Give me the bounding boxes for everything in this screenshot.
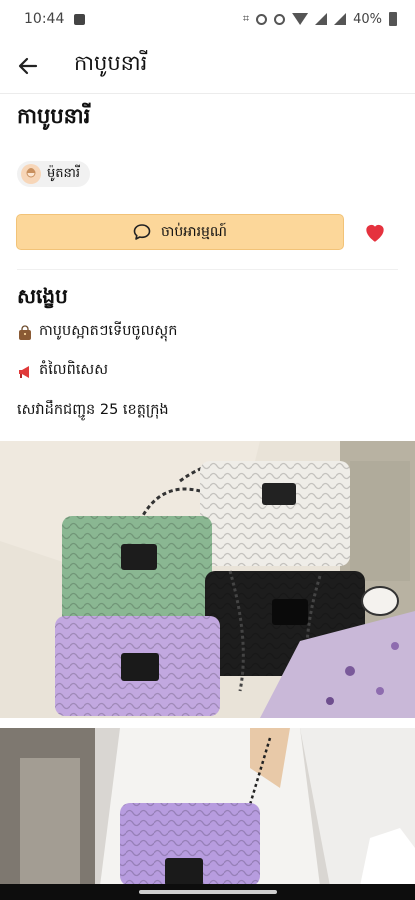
- home-gesture-handle[interactable]: [138, 890, 277, 894]
- summary-line-text: តំលៃពិសេស: [39, 362, 109, 378]
- model-photo: [0, 728, 415, 886]
- nfc-icon: ⌗: [242, 12, 250, 25]
- favorite-button[interactable]: [362, 219, 388, 245]
- signal-icon-2: [334, 13, 347, 25]
- handbags-photo: [0, 441, 415, 718]
- status-bar: 10:44 ⌗ 40%: [0, 0, 415, 38]
- arrow-left-icon: [18, 57, 38, 74]
- category-label: ម៉ូតនារី: [47, 165, 81, 181]
- product-photo-2[interactable]: [0, 728, 415, 886]
- summary-line: កាបូបស្អាតៗទើបចូលស្តុក: [17, 322, 177, 343]
- back-button[interactable]: [0, 38, 56, 94]
- photo-gap: [0, 718, 415, 728]
- sync-icon: [274, 13, 286, 25]
- megaphone-icon: [19, 365, 29, 378]
- battery-percent: 40%: [353, 11, 382, 27]
- category-avatar-icon: [21, 164, 41, 184]
- product-photo-1[interactable]: [0, 441, 415, 718]
- summary-line: តំលៃពិសេស: [17, 361, 108, 382]
- handbag-icon: [19, 324, 31, 340]
- chat-bubble-icon: [133, 224, 151, 240]
- summary-line-text: កាបូបស្អាតៗទើបចូលស្តុក: [39, 323, 178, 339]
- signal-icon: [315, 13, 328, 25]
- alarm-icon: [256, 13, 268, 25]
- comment-button-label: ចាប់អារម្មណ៍: [161, 223, 227, 240]
- summary-line-text: សេវាដឹកជញ្ជូន 25 ខេត្តក្រុង: [17, 402, 169, 418]
- comment-button[interactable]: ចាប់អារម្មណ៍: [16, 214, 344, 250]
- status-time: 10:44: [24, 11, 65, 27]
- system-nav-bar: [0, 884, 415, 900]
- app-bar: កាបូបនារី: [0, 38, 415, 94]
- product-title: កាបូបនារី: [17, 104, 91, 128]
- gallery-notification-icon: [74, 13, 86, 25]
- summary-line: សេវាដឹកជញ្ជូន 25 ខេត្តក្រុង: [17, 401, 169, 422]
- summary-heading: សង្ខេប: [17, 284, 68, 308]
- wifi-icon: [292, 13, 309, 25]
- page-title: កាបូបនារី: [74, 51, 148, 75]
- heart-icon: [366, 224, 384, 242]
- category-chip[interactable]: ម៉ូតនារី: [17, 161, 91, 187]
- battery-icon: [389, 12, 397, 26]
- divider: [17, 269, 398, 270]
